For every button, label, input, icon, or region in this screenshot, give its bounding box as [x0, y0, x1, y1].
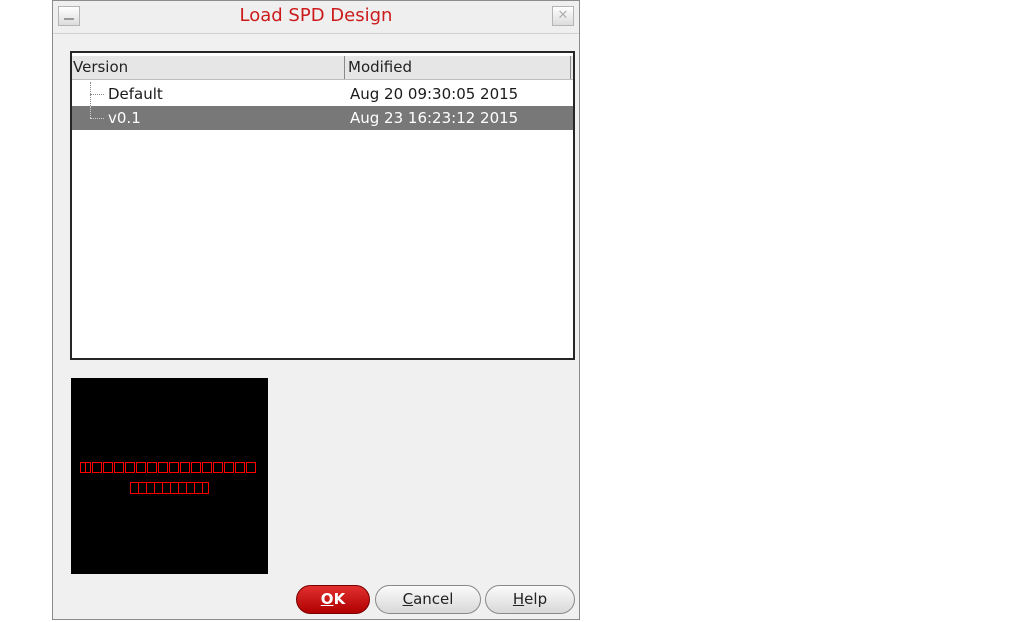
close-button[interactable]: ✕ [552, 6, 574, 26]
cancel-label: ancel [413, 590, 454, 608]
dialog-button-bar: OK Cancel Help [53, 585, 579, 615]
ok-label: K [333, 590, 346, 608]
table-row-v0-1[interactable]: v0.1 Aug 23 16:23:12 2015 [72, 106, 573, 130]
dialog-title: Load SPD Design [239, 5, 393, 26]
cancel-button[interactable]: Cancel [375, 585, 481, 614]
help-mnemonic: H [512, 590, 525, 608]
table-header: Version Modified [72, 56, 573, 80]
modified-date: Aug 20 09:30:05 2015 [350, 85, 519, 103]
version-name: Default [108, 85, 163, 103]
column-header-version[interactable]: Version [72, 56, 345, 79]
ok-button[interactable]: OK [296, 585, 370, 614]
column-header-modified[interactable]: Modified [345, 56, 571, 79]
version-name: v0.1 [108, 109, 141, 127]
tree-connector [90, 82, 104, 106]
close-icon: ✕ [557, 8, 569, 23]
version-tree[interactable]: Version Modified Default Aug 20 09:30:05… [70, 51, 575, 360]
design-preview-thumbnail [71, 378, 268, 574]
modified-date: Aug 23 16:23:12 2015 [350, 109, 519, 127]
load-spd-design-dialog: Load SPD Design ✕ Version Modified Defau… [52, 0, 580, 620]
cancel-mnemonic: C [402, 590, 414, 608]
ok-mnemonic: O [320, 590, 334, 608]
title-bar: Load SPD Design ✕ [53, 1, 579, 34]
table-row-default[interactable]: Default Aug 20 09:30:05 2015 [72, 82, 573, 106]
design-thumbnail-icon [80, 462, 256, 494]
tree-connector [90, 106, 104, 130]
help-button[interactable]: Help [485, 585, 575, 614]
help-label: elp [524, 590, 548, 608]
